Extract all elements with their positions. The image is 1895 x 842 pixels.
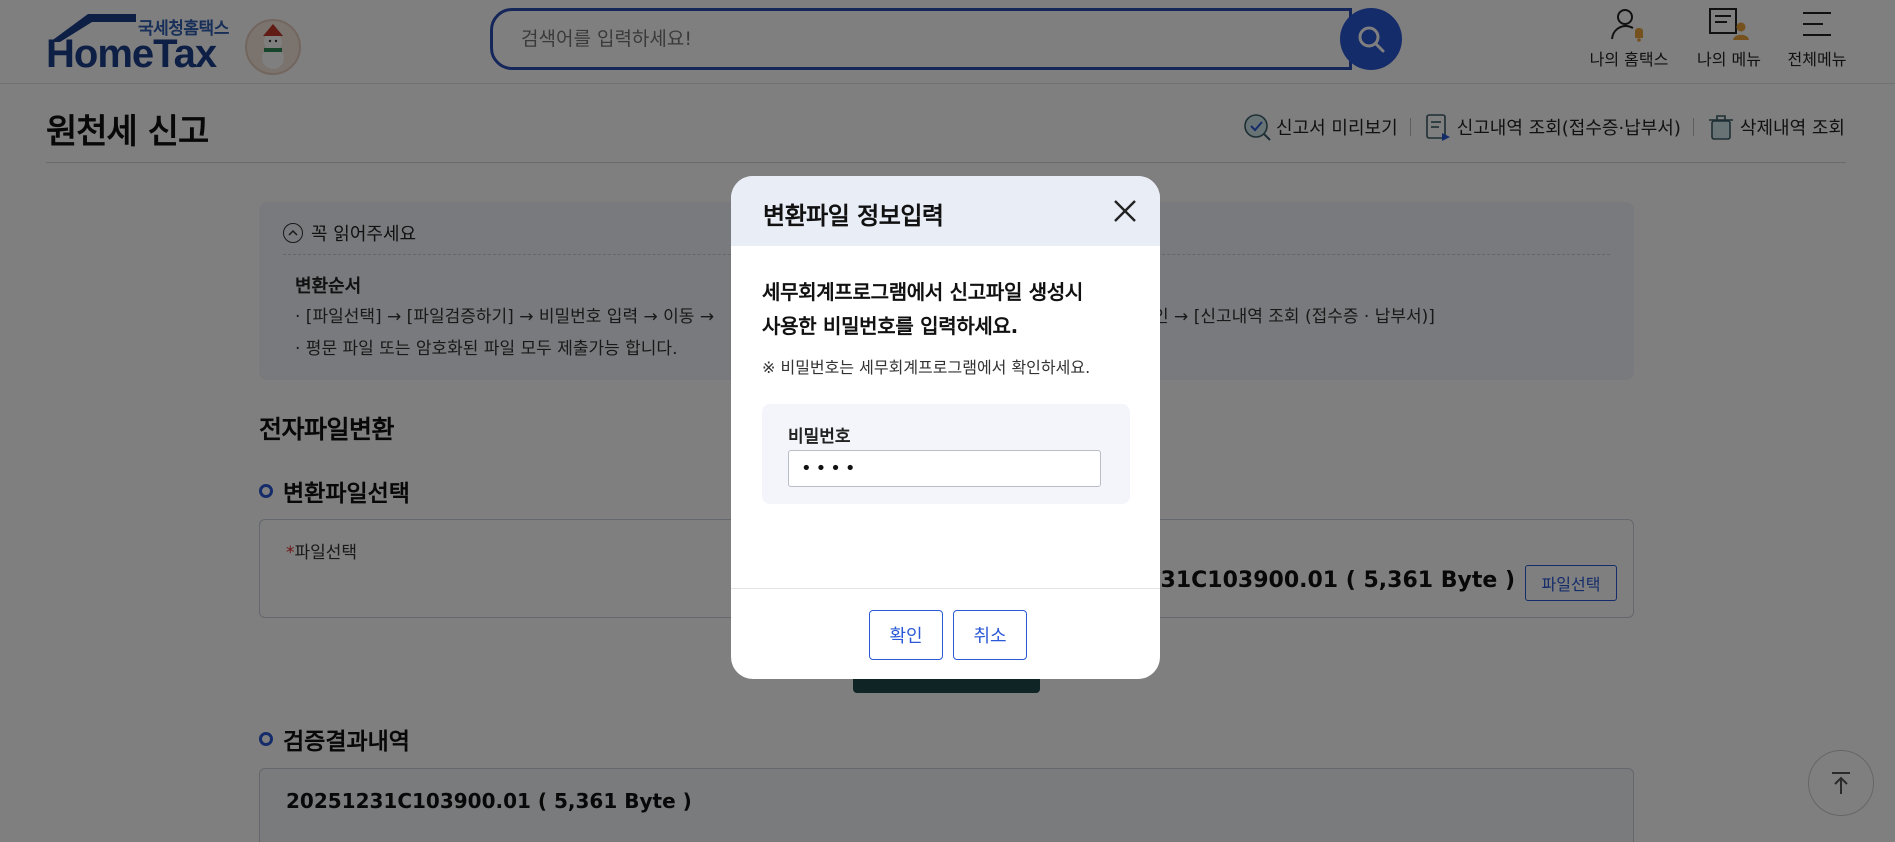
dialog-note: ※ 비밀번호는 세무회계프로그램에서 확인하세요. [762,358,1091,377]
dialog-message-line: 사용한 비밀번호를 입력하세요. [762,314,1018,338]
dialog-message-line: 세무회계프로그램에서 신고파일 생성시 [762,280,1084,304]
password-label: 비밀번호 [788,427,851,447]
close-icon [1114,200,1136,222]
password-panel: 비밀번호 [762,404,1130,504]
cancel-button[interactable]: 취소 [953,610,1027,660]
password-dialog: 변환파일 정보입력 세무회계프로그램에서 신고파일 생성시 사용한 비밀번호를 … [731,176,1160,679]
dialog-header: 변환파일 정보입력 [731,176,1160,246]
password-input[interactable] [788,450,1101,487]
dialog-title: 변환파일 정보입력 [763,202,944,230]
dialog-message: 세무회계프로그램에서 신고파일 생성시 사용한 비밀번호를 입력하세요. [762,275,1142,343]
confirm-button[interactable]: 확인 [869,610,943,660]
dialog-divider [731,588,1160,589]
close-button[interactable] [1108,194,1142,228]
